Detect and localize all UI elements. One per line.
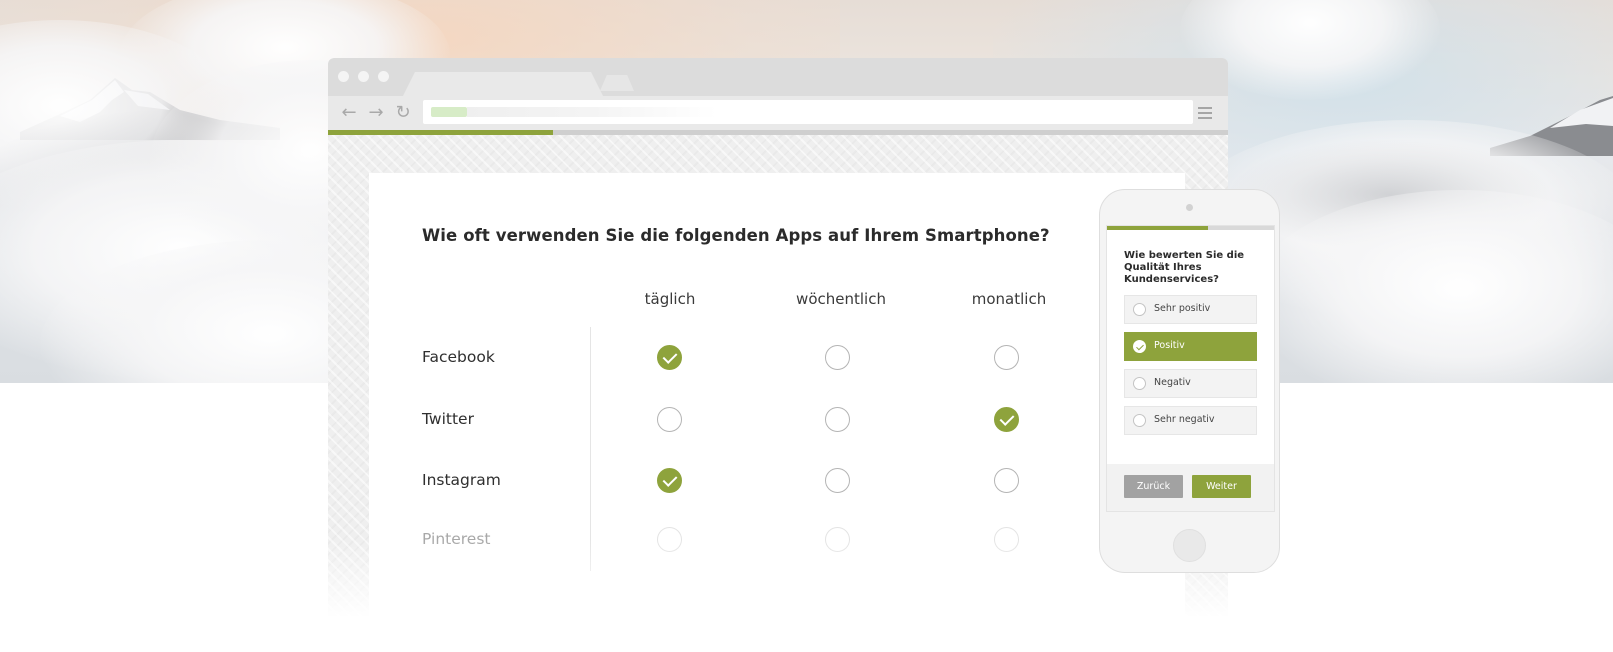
row-label: Pinterest — [422, 530, 491, 548]
column-header-weekly: wöchentlich — [796, 290, 886, 308]
url-security-chip — [431, 107, 467, 117]
row-label: Facebook — [422, 348, 495, 366]
window-close-dot[interactable] — [338, 71, 349, 82]
radio-checked-monatlich[interactable] — [994, 407, 1019, 432]
phone-screen: Wie bewerten Sie die Qualität Ihres Kund… — [1106, 225, 1275, 512]
radio-checked-täglich[interactable] — [657, 345, 682, 370]
browser-titlebar — [328, 58, 1228, 96]
mobile-option-label: Sehr positiv — [1154, 303, 1211, 314]
radio-wöchentlich[interactable] — [825, 468, 850, 493]
mobile-option[interactable]: Negativ — [1124, 369, 1257, 398]
mobile-option-label: Sehr negativ — [1154, 414, 1215, 425]
radio-checked[interactable] — [1133, 340, 1146, 353]
radio[interactable] — [1133, 414, 1146, 427]
radio-monatlich[interactable] — [994, 527, 1019, 552]
column-header-daily: täglich — [644, 290, 696, 308]
radio[interactable] — [1133, 377, 1146, 390]
radio-wöchentlich[interactable] — [825, 345, 850, 370]
row-label: Instagram — [422, 471, 501, 489]
phone-speaker — [1186, 204, 1193, 211]
mobile-option[interactable]: Sehr negativ — [1124, 406, 1257, 435]
browser-tab[interactable] — [403, 72, 603, 96]
column-header-monthly: monatlich — [971, 290, 1047, 308]
radio-täglich[interactable] — [657, 407, 682, 432]
phone-home-button[interactable] — [1173, 529, 1206, 562]
mobile-question-title: Wie bewerten Sie die Qualität Ihres Kund… — [1124, 250, 1245, 285]
arrow-right-icon[interactable]: → — [363, 100, 389, 126]
browser-window: ← → ↻ Wie oft verwenden Sie die folgende… — [328, 58, 1228, 618]
mobile-progress-bar — [1107, 226, 1274, 230]
address-bar[interactable] — [423, 100, 1193, 124]
row-label: Twitter — [422, 410, 474, 428]
browser-toolbar: ← → ↻ — [328, 96, 1228, 130]
new-tab-button[interactable] — [600, 75, 634, 91]
next-button[interactable]: Weiter — [1192, 475, 1251, 498]
radio-checked-täglich[interactable] — [657, 468, 682, 493]
radio-täglich[interactable] — [657, 527, 682, 552]
survey-card: Wie oft verwenden Sie die folgenden Apps… — [369, 173, 1185, 618]
arrow-left-icon[interactable]: ← — [336, 100, 362, 126]
question-title: Wie oft verwenden Sie die folgenden Apps… — [422, 226, 1050, 245]
hamburger-menu-icon[interactable] — [1198, 107, 1212, 122]
mobile-progress-fill — [1107, 226, 1209, 230]
mobile-footer: Zurück Weiter — [1107, 464, 1274, 511]
url-placeholder — [467, 107, 717, 117]
radio-wöchentlich[interactable] — [825, 407, 850, 432]
window-maximize-dot[interactable] — [378, 71, 389, 82]
radio[interactable] — [1133, 303, 1146, 316]
reload-icon[interactable]: ↻ — [390, 100, 416, 126]
mobile-option[interactable]: Positiv — [1124, 332, 1257, 361]
window-minimize-dot[interactable] — [358, 71, 369, 82]
phone-mockup: Wie bewerten Sie die Qualität Ihres Kund… — [1099, 189, 1280, 573]
radio-monatlich[interactable] — [994, 345, 1019, 370]
mobile-option-label: Negativ — [1154, 377, 1191, 388]
mobile-option[interactable]: Sehr positiv — [1124, 295, 1257, 324]
matrix-divider — [590, 327, 591, 571]
mobile-option-label: Positiv — [1154, 340, 1185, 351]
radio-wöchentlich[interactable] — [825, 527, 850, 552]
back-button[interactable]: Zurück — [1124, 475, 1183, 498]
radio-monatlich[interactable] — [994, 468, 1019, 493]
